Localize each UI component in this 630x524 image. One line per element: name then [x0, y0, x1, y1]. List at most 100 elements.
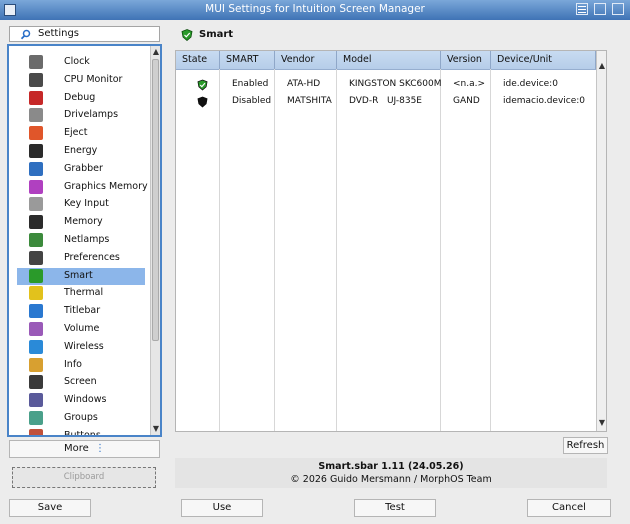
drivelamps-icon [29, 108, 43, 123]
sidebar-item-energy[interactable]: Energy [17, 143, 145, 160]
sidebar-header-label: Settings [38, 28, 80, 39]
sidebar-item-info[interactable]: Info [17, 357, 145, 374]
sidebar-item-label: Groups [64, 412, 98, 423]
sidebar-item-key-input[interactable]: Key Input [17, 196, 145, 213]
save-button[interactable]: Save [9, 499, 91, 517]
clipboard-button[interactable]: Clipboard [12, 467, 156, 488]
sidebar-item-label: Wireless [64, 340, 104, 352]
sidebar-item-label: Memory [64, 216, 103, 228]
cell-version: <n.a.> [453, 79, 486, 89]
grabber-icon [29, 161, 43, 176]
sidebar-item-label: Clock [64, 56, 90, 67]
sidebar-item-smart[interactable]: Smart [17, 267, 145, 285]
sidebar-item-label: Graphics Memory [64, 180, 148, 192]
column-header-vendor[interactable]: Vendor [275, 51, 337, 69]
sidebar-item-drivelamps[interactable]: Drivelamps [17, 107, 145, 124]
more-button[interactable]: More ⋮ [9, 440, 160, 458]
debug-icon [29, 90, 43, 105]
column-divider [490, 69, 491, 431]
window-titlebar: MUI Settings for Intuition Screen Manage… [0, 0, 630, 20]
wireless-icon [29, 339, 43, 354]
sidebar-item-screen[interactable]: Screen [17, 374, 145, 391]
smart-shield-icon [29, 268, 43, 283]
windows-icon [29, 393, 43, 408]
key-input-icon [29, 197, 43, 212]
clock-icon [29, 55, 43, 69]
search-icon [20, 29, 31, 43]
column-header-model[interactable]: Model [337, 51, 441, 69]
sidebar-item-clock[interactable]: Clock [17, 54, 145, 71]
page-title: Smart [199, 29, 234, 40]
table-row[interactable]: Enabled ATA-HD KINGSTON SKC600M <n.a.> ide.d… [176, 79, 596, 93]
sidebar-item-preferences[interactable]: Preferences [17, 250, 145, 267]
column-header-version[interactable]: Version [441, 51, 491, 69]
table-row[interactable]: Disabled MATSHITA DVD-R UJ-835E GAND idemaci… [176, 96, 596, 110]
sidebar-item-cpu-monitor[interactable]: CPU Monitor [17, 72, 145, 89]
use-button[interactable]: Use [181, 499, 263, 517]
sidebar-item-label: Grabber [64, 162, 103, 174]
cell-device: idemacio.device:0 [503, 96, 586, 106]
sidebar-item-label: Thermal [64, 287, 104, 299]
cell-vendor: MATSHITA [287, 96, 332, 106]
column-header-device-unit[interactable]: Device/Unit [491, 51, 596, 69]
info-icon [29, 357, 43, 372]
sidebar-item-debug[interactable]: Debug [17, 90, 145, 107]
table-header: State SMART Vendor Model Version Device/Unit [176, 51, 596, 70]
info-box: Smart.sbar 1.11 (24.05.26) © 2026 Guido … [175, 458, 607, 488]
buttons-icon [29, 428, 43, 435]
iconify-icon[interactable] [594, 3, 606, 15]
sidebar-item-graphics-memory[interactable]: Graphics Memory [17, 179, 148, 196]
sidebar-scrollbar[interactable]: ▲ ▼ [150, 46, 160, 435]
table-scrollbar[interactable]: ▲ ▼ [596, 51, 606, 431]
sidebar-item-eject[interactable]: Eject [17, 125, 145, 142]
sidebar-item-titlebar[interactable]: Titlebar [17, 303, 145, 320]
scroll-down-icon[interactable]: ▼ [151, 424, 160, 434]
shield-disabled-icon [197, 96, 208, 111]
sidebar-item-netlamps[interactable]: Netlamps [17, 232, 145, 249]
sidebar-item-volume[interactable]: Volume [17, 321, 145, 338]
window-title: MUI Settings for Intuition Screen Manage… [205, 3, 425, 15]
column-header-state[interactable]: State [176, 51, 220, 69]
copyright-text: © 2026 Guido Mersmann / MorphOS Team [290, 474, 492, 485]
sidebar-item-label: Screen [64, 376, 97, 388]
cell-smart: Enabled [232, 79, 269, 89]
sidebar-item-memory[interactable]: Memory [17, 214, 145, 231]
column-divider [274, 69, 275, 431]
sidebar-item-label: Eject [64, 127, 88, 139]
sidebar-item-windows[interactable]: Windows [17, 392, 145, 409]
depth-icon[interactable] [612, 3, 624, 15]
column-header-smart[interactable]: SMART [220, 51, 275, 69]
column-divider [219, 69, 220, 431]
more-glyph: ⋮ [94, 443, 105, 454]
energy-icon [29, 144, 43, 158]
cpu-monitor-icon [29, 72, 43, 87]
test-button[interactable]: Test [354, 499, 436, 517]
sidebar-item-label: Energy [64, 145, 98, 156]
memory-icon [29, 215, 43, 230]
preferences-icon [29, 250, 43, 265]
sidebar-item-label: CPU Monitor [64, 73, 123, 85]
smart-table[interactable]: State SMART Vendor Model Version Device/Unit … [175, 50, 607, 432]
cell-version: GAND [453, 96, 480, 106]
cell-smart: Disabled [232, 96, 272, 106]
sidebar-item-grabber[interactable]: Grabber [17, 161, 145, 178]
groups-icon [29, 411, 43, 425]
sidebar-item-buttons[interactable]: Buttons [17, 428, 145, 435]
scroll-up-icon[interactable]: ▲ [151, 47, 160, 57]
refresh-button[interactable]: Refresh [563, 437, 608, 454]
cancel-button[interactable]: Cancel [527, 499, 611, 517]
column-divider [336, 69, 337, 431]
scroll-down-icon[interactable]: ▼ [597, 418, 606, 428]
smart-shield-icon [181, 29, 193, 42]
sidebar-item-label: Drivelamps [64, 109, 119, 121]
sidebar-item-wireless[interactable]: Wireless [17, 339, 145, 356]
settings-list[interactable]: Buttons Groups Windows Screen Info Wireless Vo… [7, 44, 162, 437]
sidebar-item-groups[interactable]: Groups [17, 410, 145, 427]
menu-icon[interactable] [576, 3, 588, 15]
sidebar-item-label: Smart [64, 269, 93, 281]
sidebar-header[interactable]: Settings [9, 26, 160, 42]
scroll-up-icon[interactable]: ▲ [597, 61, 606, 71]
scrollbar-thumb[interactable] [152, 59, 159, 341]
sidebar-item-thermal[interactable]: Thermal [17, 285, 145, 302]
sidebar-item-label: Netlamps [64, 234, 110, 245]
